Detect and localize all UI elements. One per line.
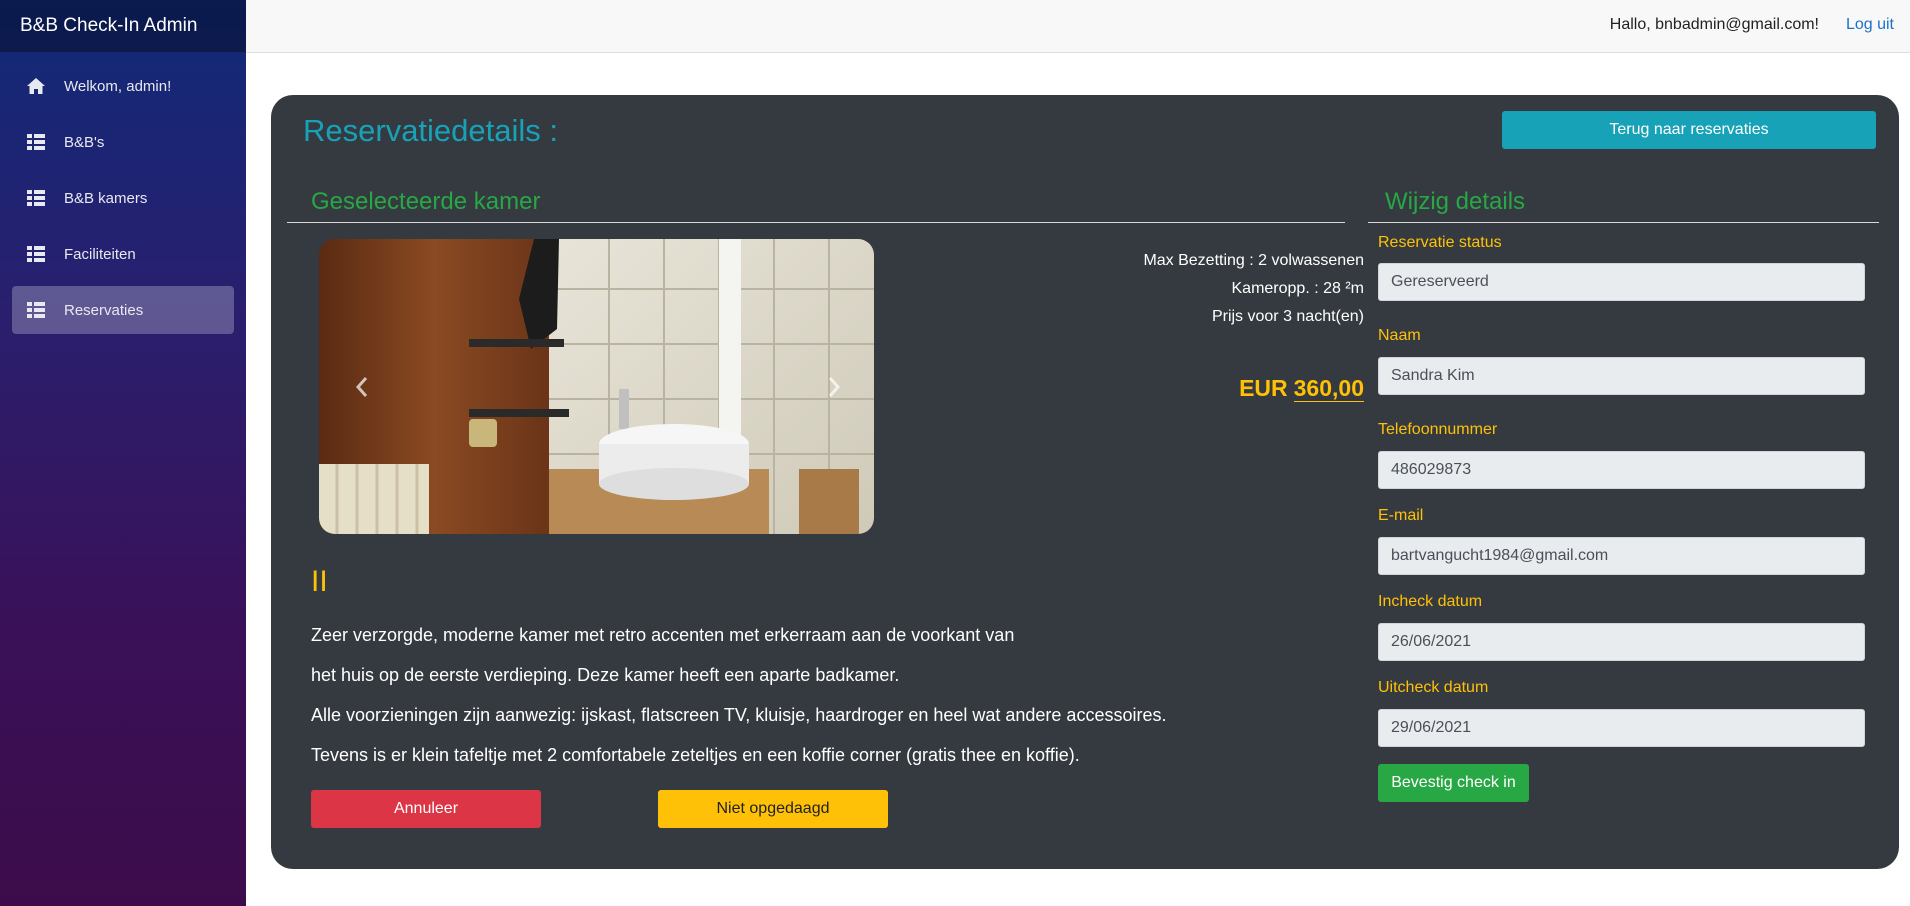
- chevron-right-icon: [828, 377, 841, 397]
- price-amount: 360,00: [1293, 375, 1364, 402]
- description-line: Zeer verzorgde, moderne kamer met retro …: [311, 625, 1015, 645]
- room-photo-carousel[interactable]: [319, 239, 874, 534]
- description-line: Alle voorzieningen zijn aanwezig: ijskas…: [311, 705, 1167, 725]
- sidebar-item-label: Welkom, admin!: [64, 77, 172, 95]
- sidebar-item-label: Faciliteiten: [64, 245, 136, 263]
- logout-link[interactable]: Log uit: [1846, 16, 1894, 34]
- phone-field[interactable]: 486029873: [1378, 451, 1865, 489]
- sidebar-item-rooms[interactable]: B&B kamers: [12, 174, 234, 222]
- max-occupancy: Max Bezetting : 2 volwassenen: [1143, 252, 1364, 269]
- nights-label: Prijs voor 3 nacht(en): [1211, 308, 1364, 325]
- edit-details-heading: Wijzig details: [1385, 188, 1526, 215]
- price-currency: EUR: [1239, 375, 1288, 401]
- description-line: het huis op de eerste verdieping. Deze k…: [311, 665, 900, 685]
- selected-room-heading: Geselecteerde kamer: [311, 188, 541, 215]
- checkout-date-label: Uitcheck datum: [1378, 679, 1489, 696]
- sidebar-item-label: Reservaties: [64, 301, 144, 319]
- no-show-button[interactable]: Niet opgedaagd: [658, 790, 888, 828]
- room-specs: Max Bezetting : 2 volwassenen Kameropp. …: [1143, 247, 1364, 331]
- list-icon: [26, 132, 46, 152]
- page-title: Reservatiedetails :: [303, 113, 559, 148]
- room-photo: [319, 239, 874, 534]
- email-label: E-mail: [1378, 507, 1424, 524]
- checkin-date-field[interactable]: 26/06/2021: [1378, 623, 1865, 661]
- divider: [287, 222, 1345, 223]
- phone-label: Telefoonnummer: [1378, 421, 1498, 438]
- confirm-checkin-button[interactable]: Bevestig check in: [1378, 764, 1529, 802]
- status-field[interactable]: Gereserveerd: [1378, 263, 1865, 301]
- list-icon: [26, 188, 46, 208]
- back-to-reservations-button[interactable]: Terug naar reservaties: [1502, 111, 1876, 149]
- checkin-date-label: Incheck datum: [1378, 593, 1483, 610]
- home-icon: [26, 76, 46, 96]
- sidebar-item-reservations[interactable]: Reservaties: [12, 286, 234, 334]
- room-area: Kameropp. : 28 ²m: [1231, 280, 1365, 297]
- sidebar-item-welcome[interactable]: Welkom, admin!: [12, 62, 234, 110]
- chevron-left-icon: [355, 377, 368, 397]
- carousel-prev-button[interactable]: [347, 367, 377, 407]
- top-bar: Hallo, bnbadmin@gmail.com! Log uit: [246, 0, 1910, 53]
- email-field[interactable]: bartvangucht1984@gmail.com: [1378, 537, 1865, 575]
- sidebar-nav: Welkom, admin! B&B's B&B kamers Facilite…: [0, 52, 246, 334]
- checkout-date-field[interactable]: 29/06/2021: [1378, 709, 1865, 747]
- cancel-reservation-button[interactable]: Annuleer: [311, 790, 541, 828]
- room-description: Zeer verzorgde, moderne kamer met retro …: [311, 615, 1166, 775]
- sidebar: B&B Check-In Admin Welkom, admin! B&B's …: [0, 0, 246, 906]
- sidebar-item-label: B&B kamers: [64, 189, 148, 207]
- user-greeting: Hallo, bnbadmin@gmail.com!: [1609, 16, 1819, 33]
- sidebar-item-facilities[interactable]: Faciliteiten: [12, 230, 234, 278]
- name-label: Naam: [1378, 327, 1421, 344]
- reservation-details-card: Reservatiedetails : Terug naar reservati…: [271, 95, 1899, 869]
- status-label: Reservatie status: [1378, 234, 1502, 251]
- room-name: II: [311, 565, 328, 598]
- divider: [1368, 222, 1879, 223]
- description-line: Tevens is er klein tafeltje met 2 comfor…: [311, 745, 1080, 765]
- list-icon: [26, 244, 46, 264]
- app-title: B&B Check-In Admin: [0, 0, 246, 52]
- price-total: EUR 360,00: [1239, 375, 1364, 402]
- sidebar-item-bnbs[interactable]: B&B's: [12, 118, 234, 166]
- carousel-next-button[interactable]: [819, 367, 849, 407]
- sidebar-item-label: B&B's: [64, 133, 105, 151]
- list-icon: [26, 300, 46, 320]
- name-field[interactable]: Sandra Kim: [1378, 357, 1865, 395]
